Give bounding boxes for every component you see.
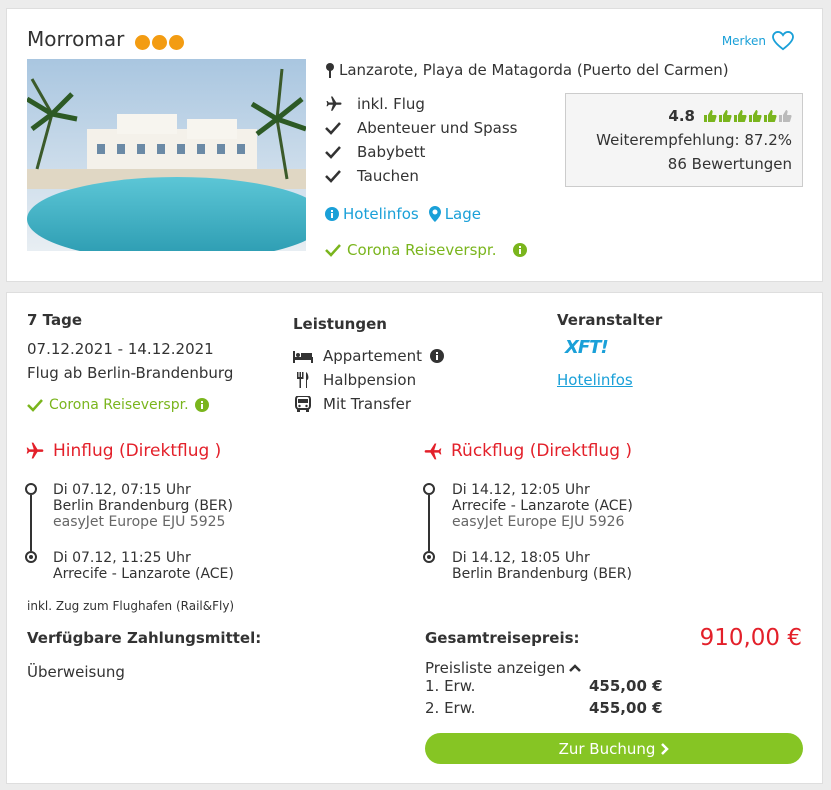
return-departure-airport: Arrecife - Lanzarote (ACE) — [452, 498, 633, 514]
chevron-up-icon[interactable] — [569, 664, 581, 672]
outbound-arrival-time: Di 07.12, 11:25 Uhr — [53, 550, 191, 566]
departure-airport: Flug ab Berlin-Brandenburg — [27, 364, 234, 382]
service-apartment: Appartement — [291, 347, 445, 365]
rating-box[interactable]: 4.8 Weiterempfehlung: 87.2% 86 Bewertung… — [565, 93, 803, 187]
bus-icon — [295, 396, 311, 412]
corona-promise[interactable]: Corona Reiseverspr. — [325, 241, 527, 259]
hotel-card: Morromar Merken Lanzarote, Playa de Mata… — [6, 8, 823, 282]
check-icon — [325, 244, 341, 257]
outbound-arrival-airport: Arrecife - Lanzarote (ACE) — [53, 566, 234, 582]
bed-icon — [293, 351, 313, 363]
rating-thumbs-icon — [703, 109, 792, 123]
cutlery-icon — [297, 372, 309, 388]
feature-flight: inkl. Flug — [325, 95, 425, 113]
leistungen-title: Leistungen — [293, 315, 387, 333]
veranstalter-title: Veranstalter — [557, 311, 663, 329]
chevron-right-icon[interactable] — [661, 742, 670, 755]
feature-item: Abenteuer und Spass — [325, 119, 517, 137]
rail-and-fly-note: inkl. Zug zum Flughafen (Rail&Fly) — [27, 599, 235, 613]
price-row-value: 455,00 € — [589, 677, 663, 695]
plane-icon — [26, 442, 44, 459]
check-icon — [325, 170, 341, 183]
outbound-header: Hinflug (Direktflug ) — [25, 441, 221, 461]
hotel-links: Hotelinfos Lage — [325, 205, 481, 223]
veranstalter-hotelinfos-link[interactable]: Hotelinfos — [557, 371, 633, 389]
service-halfboard: Halbpension — [291, 371, 416, 389]
hotel-photo[interactable] — [27, 59, 306, 251]
rating-score: 4.8 — [668, 107, 695, 125]
lage-link[interactable]: Lage — [428, 205, 481, 223]
offer-card: 7 Tage 07.12.2021 - 14.12.2021 Flug ab B… — [6, 292, 823, 784]
return-header: Rückflug (Direktflug ) — [423, 441, 632, 461]
payment-method: Überweisung — [27, 663, 125, 681]
map-pin-icon — [326, 63, 334, 78]
price-list-toggle[interactable]: Preisliste anzeigen — [425, 659, 581, 677]
return-timeline — [423, 483, 437, 565]
price-row-value: 455,00 € — [589, 699, 663, 717]
hotel-name[interactable]: Morromar — [27, 27, 124, 51]
map-marker-icon[interactable] — [428, 206, 441, 222]
return-departure-time: Di 14.12, 12:05 Uhr — [452, 482, 590, 498]
hotel-title[interactable]: Morromar — [27, 27, 186, 53]
check-icon — [325, 122, 341, 135]
check-icon — [27, 399, 43, 412]
info-icon[interactable] — [430, 349, 445, 363]
heart-icon[interactable] — [772, 31, 794, 51]
return-arrival-time: Di 14.12, 18:05 Uhr — [452, 550, 590, 566]
return-airline: easyJet Europe EJU 5926 — [452, 514, 625, 530]
feature-item: Babybett — [325, 143, 425, 161]
total-price-label: Gesamtreisepreis: — [425, 629, 580, 647]
outbound-timeline — [25, 483, 39, 565]
check-icon — [325, 146, 341, 159]
outbound-departure-time: Di 07.12, 07:15 Uhr — [53, 482, 191, 498]
veranstalter-logo: XFT! — [565, 337, 609, 358]
info-icon[interactable] — [325, 207, 339, 221]
service-transfer: Mit Transfer — [291, 395, 411, 413]
info-icon[interactable] — [512, 243, 527, 257]
trip-duration: 7 Tage — [27, 311, 82, 329]
trip-dates: 07.12.2021 - 14.12.2021 — [27, 340, 214, 358]
merken-label[interactable]: Merken — [722, 34, 766, 48]
recommendation-rate: Weiterempfehlung: 87.2% — [596, 131, 792, 149]
review-count: 86 Bewertungen — [667, 155, 792, 173]
hotelinfos-link[interactable]: Hotelinfos — [325, 205, 419, 223]
location-text: Lanzarote, Playa de Matagorda (Puerto de… — [339, 61, 729, 79]
plane-icon — [326, 96, 342, 111]
merken-button[interactable]: Merken — [722, 31, 794, 51]
feature-item: Tauchen — [325, 167, 419, 185]
payment-title: Verfügbare Zahlungsmittel: — [27, 629, 262, 647]
hotel-category-dots — [134, 29, 186, 53]
plane-icon — [424, 443, 442, 460]
corona-promise-offer[interactable]: Corona Reiseverspr. — [27, 397, 209, 413]
outbound-departure-airport: Berlin Brandenburg (BER) — [53, 498, 233, 514]
booking-button[interactable]: Zur Buchung — [425, 733, 803, 764]
price-row-label: 1. Erw. — [425, 677, 476, 695]
outbound-airline: easyJet Europe EJU 5925 — [53, 514, 226, 530]
info-icon[interactable] — [194, 398, 209, 412]
price-row-label: 2. Erw. — [425, 699, 476, 717]
total-price: 910,00 € — [699, 625, 802, 651]
hotel-location: Lanzarote, Playa de Matagorda (Puerto de… — [325, 61, 729, 79]
return-arrival-airport: Berlin Brandenburg (BER) — [452, 566, 632, 582]
